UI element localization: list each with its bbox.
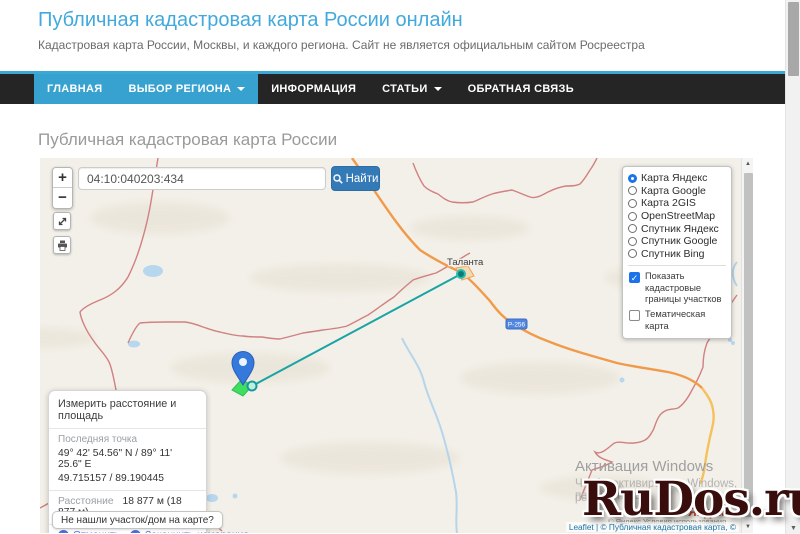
site-header: Публичная кадастровая карта России онлай… <box>0 0 785 71</box>
layer-label: Карта Яндекс <box>641 172 708 185</box>
measure-title: Измерить расстояние и площадь <box>58 398 177 422</box>
finish-measure-link[interactable]: ✓Закончить измерение <box>130 530 249 533</box>
divider <box>49 490 206 491</box>
layer-option-karta-2gis[interactable]: Карта 2GIS <box>628 197 726 210</box>
svg-text:Р-256: Р-256 <box>508 322 526 329</box>
checkbox-label: Показать кадастровые границы участков <box>645 271 722 305</box>
cadastral-search-input[interactable] <box>78 167 326 190</box>
checkbox-checked-icon: ✓ <box>629 272 640 284</box>
checkbox-thematic-map[interactable]: Тематическая карта <box>628 309 726 332</box>
road-shield: Р-256 <box>505 318 528 330</box>
layer-label: Спутник Google <box>641 235 718 248</box>
radio-checked-icon <box>628 173 637 183</box>
measure-startpoint[interactable] <box>246 380 258 392</box>
layer-option-karta-google[interactable]: Карта Google <box>628 185 726 198</box>
nav-item-label: СТАТЬИ <box>382 83 428 95</box>
page-title: Публичная кадастровая карта России <box>38 130 338 149</box>
cancel-icon: ✕ <box>58 530 69 533</box>
fullscreen-button[interactable] <box>53 212 71 230</box>
layer-option-sputnik-google[interactable]: Спутник Google <box>628 235 726 248</box>
radio-icon <box>628 211 637 221</box>
layer-option-sputnik-bing[interactable]: Спутник Bing <box>628 248 726 261</box>
layers-panel: Карта Яндекс Карта Google Карта 2GIS Ope… <box>622 166 732 340</box>
radio-icon <box>628 224 637 234</box>
distance-label: Расстояние <box>58 496 114 507</box>
checkbox-icon <box>629 309 640 321</box>
last-point-label: Последняя точка <box>58 434 138 445</box>
divider <box>49 428 206 429</box>
zoom-in-button[interactable]: + <box>53 168 72 188</box>
nav-item-label: ИНФОРМАЦИЯ <box>271 83 357 95</box>
search-button-label: Найти <box>345 172 379 185</box>
nav-item-label: ГЛАВНАЯ <box>47 83 103 95</box>
site-title-link[interactable]: Публичная кадастровая карта России онлай… <box>38 9 463 32</box>
printer-icon <box>57 240 67 251</box>
nav-item-vybor-regiona[interactable]: ВЫБОР РЕГИОНА <box>115 74 259 104</box>
radio-icon <box>628 198 637 208</box>
layer-option-karta-yandex[interactable]: Карта Яндекс <box>628 172 726 185</box>
coords-dms: 49° 42' 54.56" N / 89° 11' 25.6" E <box>58 448 173 470</box>
nav-item-glavnaya[interactable]: ГЛАВНАЯ <box>34 74 116 104</box>
fullscreen-icon <box>58 217 66 225</box>
nav-item-label: ВЫБОР РЕГИОНА <box>128 83 232 95</box>
radio-icon <box>628 249 637 259</box>
not-found-button[interactable]: Не нашли участок/дом на карте? <box>52 511 223 529</box>
layer-label: Карта 2GIS <box>641 197 696 210</box>
search-icon <box>332 173 343 184</box>
scrollbar-thumb[interactable] <box>788 2 799 76</box>
cancel-measure-link[interactable]: ✕ Отменить <box>58 530 120 533</box>
layer-option-openstreetmap[interactable]: OpenStreetMap <box>628 210 726 223</box>
check-icon: ✓ <box>130 530 142 533</box>
search-button[interactable]: Найти <box>331 166 380 191</box>
radio-icon <box>628 186 637 196</box>
zoom-control: + − <box>52 167 73 209</box>
cancel-label: Отменить <box>73 530 120 533</box>
measure-endpoint[interactable] <box>456 269 466 279</box>
scrollbar-thumb[interactable] <box>743 173 753 517</box>
main-nav: ГЛАВНАЯ ВЫБОР РЕГИОНА ИНФОРМАЦИЯ СТАТЬИ … <box>0 74 785 104</box>
page: Публичная кадастровая карта России онлай… <box>0 0 800 534</box>
checkbox-label: Тематическая карта <box>645 308 706 331</box>
checkbox-cadastral-borders[interactable]: ✓ Показать кадастровые границы участков <box>628 271 726 306</box>
divider <box>628 265 726 267</box>
zoom-out-button[interactable]: − <box>53 188 72 208</box>
layer-option-sputnik-yandex[interactable]: Спутник Яндекс <box>628 222 726 235</box>
place-label[interactable]: Таланта <box>446 256 485 270</box>
print-button[interactable] <box>53 236 71 254</box>
nav-item-informaciya[interactable]: ИНФОРМАЦИЯ <box>258 74 369 104</box>
finish-label: Закончить измерение <box>145 530 249 533</box>
chevron-down-icon <box>237 87 246 91</box>
layer-label: Спутник Яндекс <box>641 222 719 235</box>
layer-label: Спутник Bing <box>641 247 705 260</box>
site-subtitle: Кадастровая карта России, Москвы, и кажд… <box>38 38 645 52</box>
scroll-up-arrow-icon[interactable]: ▲ <box>742 161 753 167</box>
coords-decimal: 49.715157 / 89.190445 <box>58 473 164 484</box>
page-scrollbar[interactable]: ▼ <box>785 0 800 534</box>
nav-item-label: ОБРАТНАЯ СВЯЗЬ <box>467 83 574 95</box>
rudos-watermark: RuDos.ru <box>582 472 800 527</box>
nav-item-obratnaya-svyaz[interactable]: ОБРАТНАЯ СВЯЗЬ <box>455 74 587 104</box>
chevron-down-icon <box>433 87 442 91</box>
nav-item-stati[interactable]: СТАТЬИ <box>369 74 454 104</box>
layer-label: Карта Google <box>641 184 706 197</box>
layer-label: OpenStreetMap <box>641 210 716 223</box>
radio-icon <box>628 236 637 246</box>
